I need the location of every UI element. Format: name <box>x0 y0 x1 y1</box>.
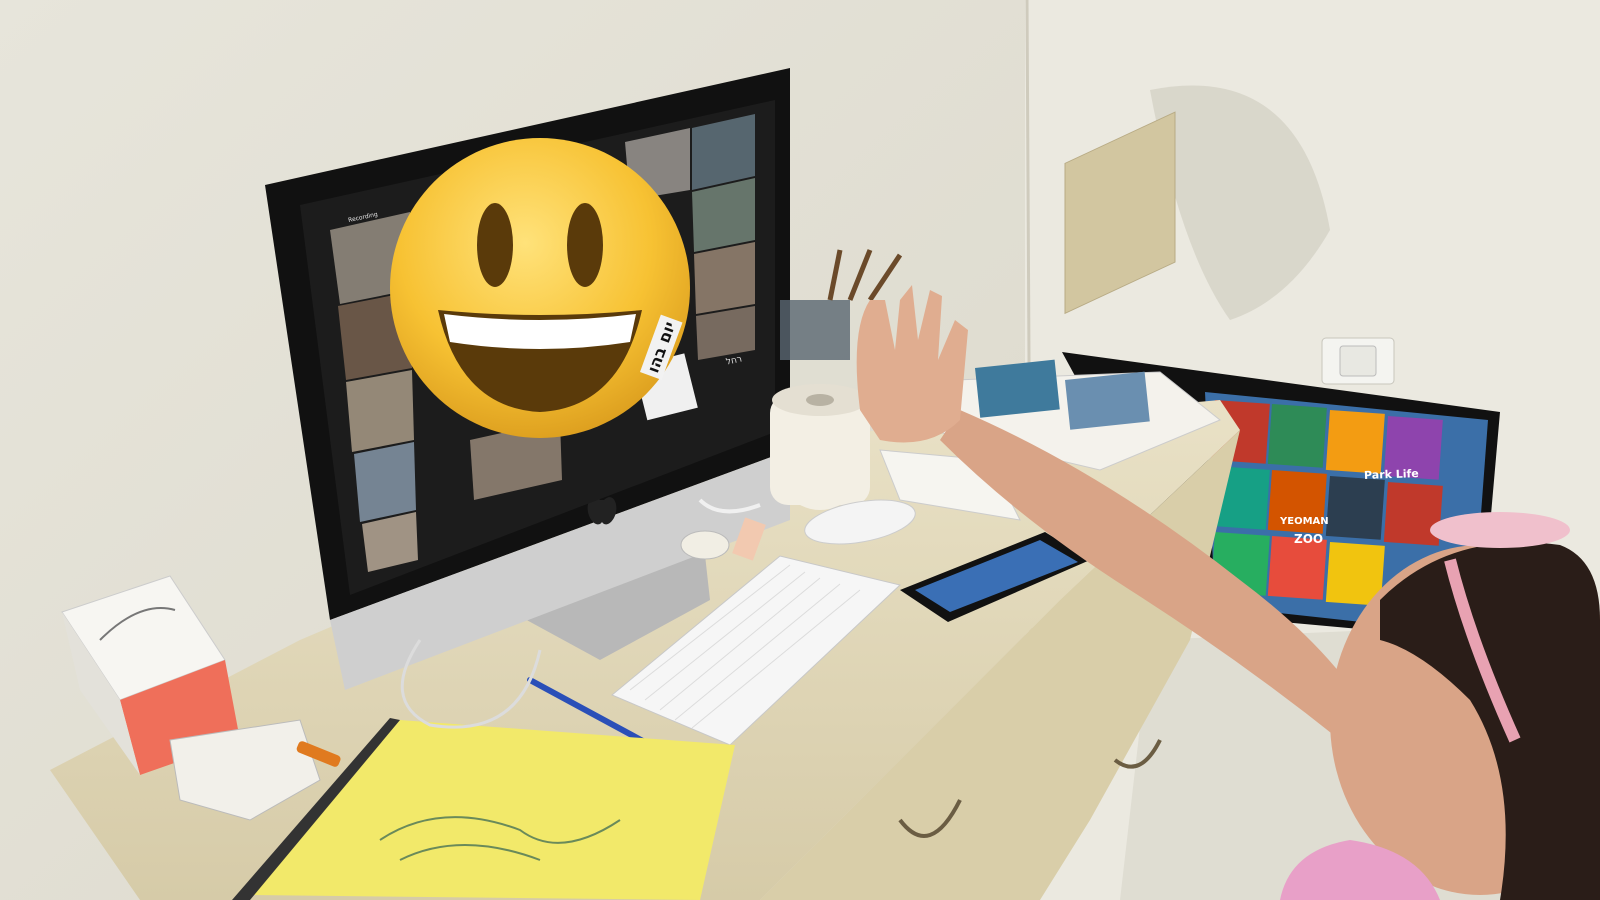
photo-canvas <box>0 0 1600 900</box>
tape-roll <box>680 530 730 560</box>
poster-park-label: Park Life <box>1363 467 1420 482</box>
smiley-emoji-icon <box>390 138 690 438</box>
photo-scene: Recording יום בהו רחל Park Life YEOMAN Z… <box>0 0 1600 900</box>
poster-zoo-label: ZOO <box>1294 532 1324 546</box>
poster-yeoman-label: YEOMAN <box>1280 516 1329 527</box>
pencil-cup <box>780 300 850 360</box>
